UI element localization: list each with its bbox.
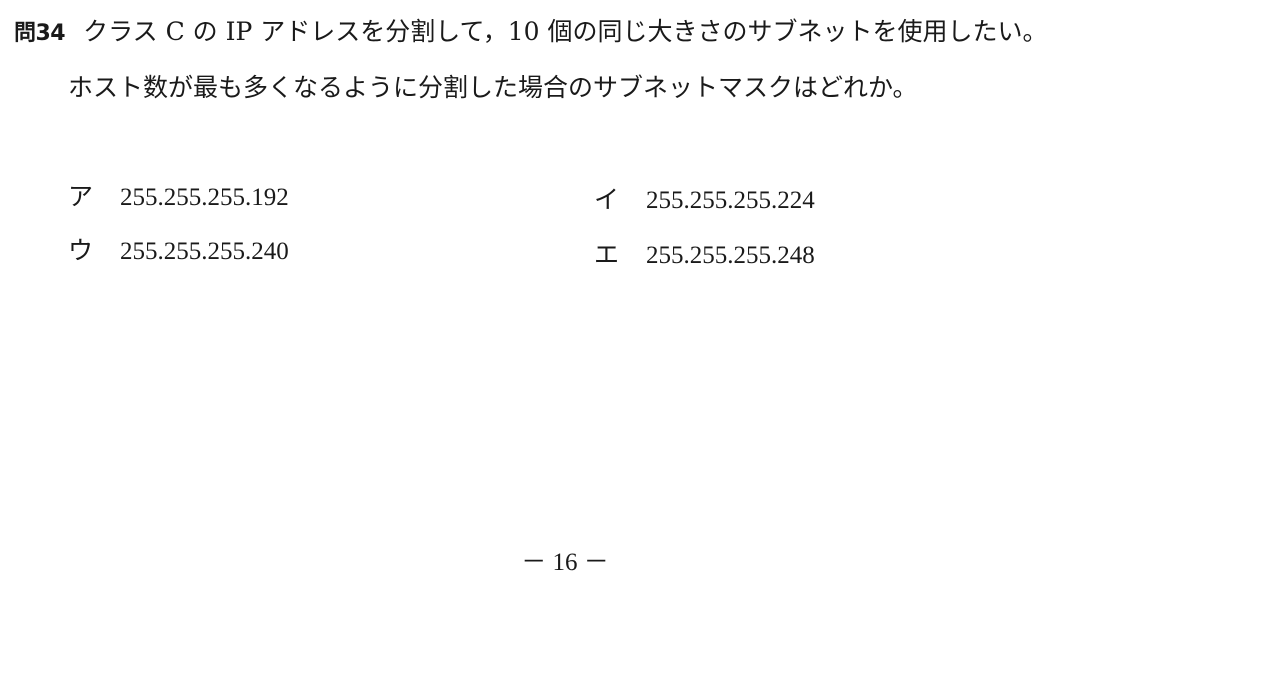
option-e-value: 255.255.255.248 <box>646 242 815 269</box>
option-e: エ 255.255.255.248 <box>594 240 815 271</box>
question-text-line1: クラス C の IP アドレスを分割して，10 個の同じ大きさのサブネットを使用… <box>83 17 1048 46</box>
option-i-value: 255.255.255.224 <box>646 187 815 214</box>
page-number: － 16 － <box>521 549 609 576</box>
question-header: 問34 クラス C の IP アドレスを分割して，10 個の同じ大きさのサブネット… <box>14 16 1264 50</box>
option-u-value: 255.255.255.240 <box>120 238 289 265</box>
option-i: イ 255.255.255.224 <box>594 185 815 216</box>
option-a-value: 255.255.255.192 <box>120 184 289 211</box>
option-u: ウ 255.255.255.240 <box>68 236 289 267</box>
option-i-label: イ <box>594 185 620 214</box>
option-e-label: エ <box>594 240 620 269</box>
question-text-line2: ホスト数が最も多くなるように分割した場合のサブネットマスクはどれか。 <box>68 73 918 102</box>
exam-page: 問34 クラス C の IP アドレスを分割して，10 個の同じ大きさのサブネット… <box>0 0 1279 673</box>
option-a: ア 255.255.255.192 <box>68 182 289 213</box>
option-u-label: ウ <box>68 236 94 265</box>
question-number: 問34 <box>14 21 66 46</box>
option-a-label: ア <box>68 182 94 211</box>
